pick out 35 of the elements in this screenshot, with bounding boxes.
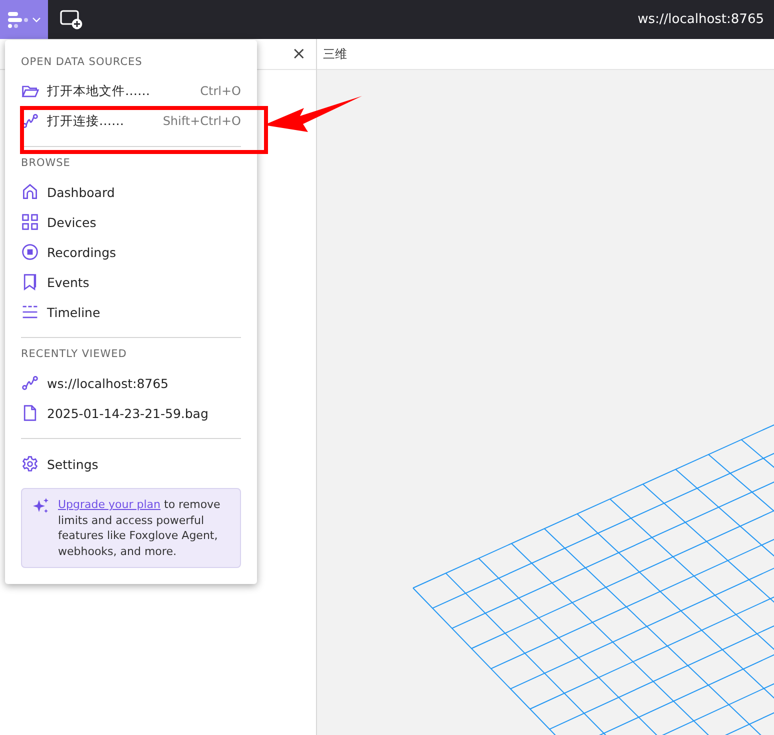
menu-item[interactable]: Settings [21, 449, 241, 479]
section-heading: RECENTLY VIEWED [21, 348, 128, 360]
grid-icon [21, 213, 39, 231]
record-icon [21, 243, 39, 261]
section-heading: OPEN DATA SOURCES [21, 56, 144, 68]
menu-item[interactable]: Devices [21, 207, 241, 237]
menu-item[interactable]: 2025-01-14-23-21-59.bag [21, 398, 241, 428]
menu-item[interactable]: Events [21, 267, 241, 297]
bookmark-icon [21, 273, 39, 291]
connection-label: ws://localhost:8765 [638, 12, 765, 27]
menu-item[interactable]: Recordings [21, 237, 241, 267]
menu-item[interactable]: Timeline [21, 297, 241, 327]
shortcut-label: Ctrl+O [200, 84, 241, 98]
home-icon [21, 183, 39, 201]
menu-item[interactable]: 打开本地文件…… Ctrl+O [21, 76, 241, 106]
logo-icon [7, 10, 29, 28]
close-button[interactable]: × [290, 44, 308, 64]
connection-icon [21, 374, 39, 392]
sparkle-icon [32, 497, 50, 515]
settings-icon [21, 455, 39, 473]
app-menu-button[interactable] [0, 0, 48, 39]
connection-icon [21, 112, 39, 130]
chevron-down-icon [32, 16, 41, 22]
file-icon [21, 404, 39, 422]
shortcut-label: Shift+Ctrl+O [162, 114, 241, 128]
menu-item[interactable]: ws://localhost:8765 [21, 368, 241, 398]
add-window-button[interactable] [60, 10, 83, 30]
window-plus-icon [60, 10, 83, 30]
menu-item[interactable]: 打开连接…… Shift+Ctrl+O [21, 106, 241, 136]
section-heading: BROWSE [21, 157, 72, 169]
upgrade-text: Upgrade your plan to remove limits and access powerful features like Foxglove Agent, webhooks, and more. [58, 497, 222, 559]
upgrade-link[interactable]: Upgrade your plan [58, 498, 161, 511]
menu-item[interactable]: Dashboard [21, 177, 241, 207]
panel-title: 三维 [323, 46, 347, 62]
timeline-icon [21, 303, 39, 321]
